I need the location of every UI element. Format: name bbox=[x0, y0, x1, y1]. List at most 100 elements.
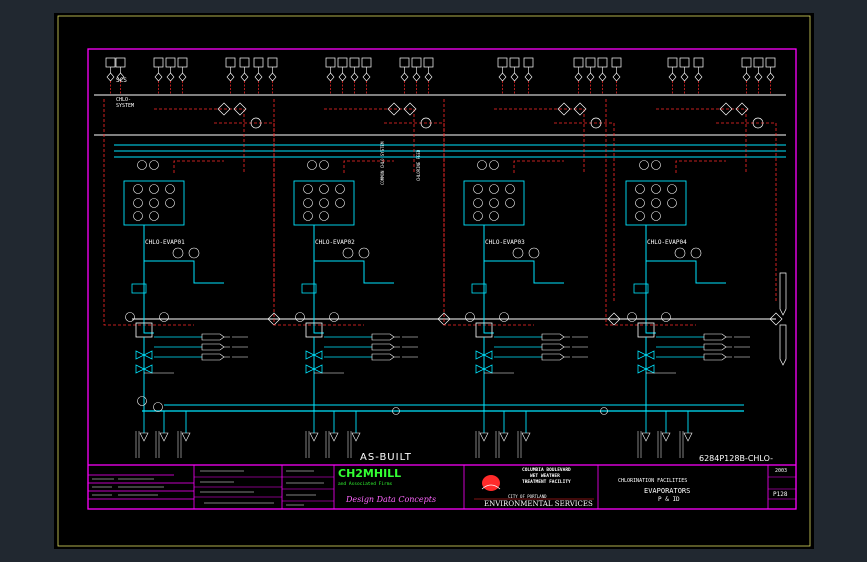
owner-line-1: COLUMBIA BOULEVARD bbox=[522, 468, 571, 473]
pid-drawing bbox=[57, 15, 811, 547]
evaporator-units bbox=[103, 99, 787, 458]
instrument-diamond bbox=[742, 72, 751, 82]
evap-label-3: CHLO-EVAP03 bbox=[485, 239, 525, 246]
panel-indicator bbox=[505, 198, 515, 208]
instrument-diamond bbox=[766, 72, 775, 82]
instrument-box bbox=[225, 57, 236, 68]
instrument-diamond bbox=[326, 72, 335, 82]
instrument-diamond bbox=[498, 72, 507, 82]
offpage-arrow bbox=[201, 353, 225, 361]
instrument-diamond bbox=[412, 72, 421, 82]
instrument-bubble bbox=[137, 396, 147, 406]
gauge bbox=[690, 247, 702, 259]
arrow-down bbox=[139, 432, 149, 442]
instrument-diamond bbox=[586, 72, 595, 82]
panel-indicator bbox=[133, 211, 143, 221]
asbuilt-stamp: AS-BUILT bbox=[360, 452, 412, 463]
instrument-diamond bbox=[424, 72, 433, 82]
facility-label: CHLORINATION FACILITIES bbox=[618, 478, 688, 484]
instrument-box bbox=[337, 57, 348, 68]
panel-indicator bbox=[635, 184, 645, 194]
owner-line-2: WET WEATHER bbox=[530, 474, 560, 479]
instrument-box bbox=[239, 57, 250, 68]
instrument-bubble bbox=[295, 312, 305, 322]
evaporator-unit bbox=[443, 99, 621, 458]
panel-indicator bbox=[651, 198, 661, 208]
gauge bbox=[674, 247, 686, 259]
panel-indicator bbox=[335, 198, 345, 208]
panel-indicator bbox=[149, 198, 159, 208]
instrument-bubble bbox=[329, 312, 339, 322]
evap-label-4: CHLO-EVAP04 bbox=[647, 239, 687, 246]
instrument-diamond bbox=[240, 72, 249, 82]
firm-logo: CH2MHILL bbox=[338, 467, 402, 480]
instrument-bubble bbox=[661, 312, 671, 322]
signal-loop bbox=[103, 99, 194, 326]
panel-indicator bbox=[489, 211, 499, 221]
instrument-bubble bbox=[499, 312, 509, 322]
offpage-arrow bbox=[201, 343, 225, 351]
offpage-arrow bbox=[541, 333, 565, 341]
evaporator-panel bbox=[123, 180, 185, 226]
instrument-box bbox=[361, 57, 372, 68]
panel-indicator bbox=[335, 184, 345, 194]
instrument-strip bbox=[105, 57, 776, 95]
panel-indicator bbox=[319, 211, 329, 221]
panel-indicator bbox=[489, 184, 499, 194]
arrow-down bbox=[309, 432, 319, 442]
instrument-box bbox=[165, 57, 176, 68]
instrument-box bbox=[667, 57, 678, 68]
process-line bbox=[484, 260, 564, 284]
instrument-diamond bbox=[400, 72, 409, 82]
evap-label-1: CHLO-EVAP01 bbox=[145, 239, 185, 246]
instrument-diamond bbox=[226, 72, 235, 82]
instrument-box bbox=[423, 57, 434, 68]
panel-indicator bbox=[303, 184, 313, 194]
instrument-box bbox=[399, 57, 410, 68]
process-line bbox=[646, 260, 726, 284]
instrument-bubble bbox=[477, 160, 487, 170]
instrument-box bbox=[523, 57, 534, 68]
instrument-diamond bbox=[524, 72, 533, 82]
instrument-diamond bbox=[254, 72, 263, 82]
offpage-arrow bbox=[779, 272, 787, 316]
date-label: 2003 bbox=[775, 468, 788, 474]
arrow-down bbox=[479, 432, 489, 442]
arrow-down bbox=[351, 432, 361, 442]
sheet-number: P128 bbox=[773, 491, 788, 498]
instrument-bubble bbox=[307, 160, 317, 170]
instrument-box bbox=[611, 57, 622, 68]
city-label: CITY OF PORTLAND bbox=[508, 494, 547, 499]
drawing-sheet: SCS CHLO- SYSTEM CHLO-EVAP01 CHLO-EVAP02… bbox=[54, 13, 814, 549]
panel-indicator bbox=[651, 211, 661, 221]
signal-loop bbox=[494, 108, 585, 173]
signal-loop bbox=[173, 160, 224, 173]
signal-loop bbox=[656, 108, 747, 173]
instrument-diamond bbox=[350, 72, 359, 82]
offpage-arrow bbox=[541, 353, 565, 361]
evaporator-panel bbox=[293, 180, 355, 226]
panel-indicator bbox=[473, 211, 483, 221]
instrument-bubble bbox=[125, 312, 135, 322]
signal-loop bbox=[513, 160, 564, 173]
evaporator-panel bbox=[625, 180, 687, 226]
firm-subtitle: and Associated Firms bbox=[338, 482, 393, 487]
instrument-diamond bbox=[754, 72, 763, 82]
panel-indicator bbox=[149, 184, 159, 194]
signal-loop bbox=[605, 99, 696, 326]
instrument-box bbox=[597, 57, 608, 68]
instrument-box bbox=[765, 57, 776, 68]
instrument-diamond bbox=[166, 72, 175, 82]
instrument-box bbox=[177, 57, 188, 68]
instrument-bubble bbox=[137, 160, 147, 170]
instrument-bubble bbox=[159, 312, 169, 322]
panel-indicator bbox=[667, 198, 677, 208]
offpage-arrow bbox=[779, 324, 787, 366]
panel-indicator bbox=[165, 198, 175, 208]
instrument-box bbox=[153, 57, 164, 68]
signal-loop bbox=[273, 99, 364, 326]
gauge bbox=[342, 247, 354, 259]
panel-indicator bbox=[303, 198, 313, 208]
instrument-box bbox=[509, 57, 520, 68]
panel-indicator bbox=[303, 211, 313, 221]
